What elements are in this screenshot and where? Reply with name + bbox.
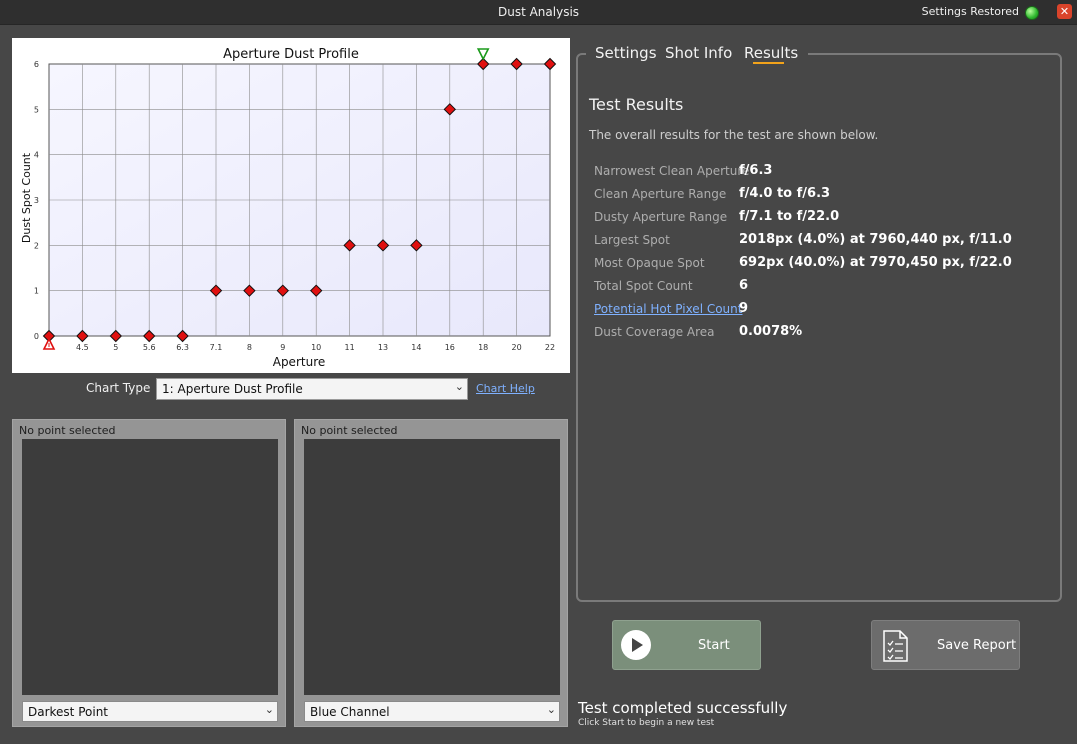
x-tick-label: 5 [113, 343, 118, 352]
y-tick-label: 5 [34, 105, 39, 114]
point-preview-area [304, 439, 560, 695]
result-label: Largest Spot [594, 233, 670, 247]
window-title: Dust Analysis [497, 5, 580, 19]
x-tick-label: 14 [411, 343, 421, 352]
chart-type-value: 1: Aperture Dust Profile [162, 382, 303, 396]
save-report-button[interactable]: Save Report [871, 620, 1020, 670]
chart-type-dropdown[interactable]: 1: Aperture Dust Profile ⌄ [156, 378, 468, 400]
hot-pixel-count-link[interactable]: Potential Hot Pixel Count [594, 302, 742, 316]
x-tick-label: 9 [280, 343, 285, 352]
point-viewer-right: No point selected Blue Channel ⌄ [294, 419, 568, 727]
x-tick-label: 10 [311, 343, 321, 352]
y-axis-label: Dust Spot Count [20, 152, 33, 243]
status-led-icon [1025, 6, 1039, 20]
chevron-down-icon: ⌄ [546, 703, 556, 716]
viewer-caption: No point selected [301, 424, 398, 437]
close-button[interactable]: ✕ [1057, 4, 1072, 19]
result-label: Narrowest Clean Aperture [594, 164, 750, 178]
tab-shot-info[interactable]: Shot Info [665, 44, 732, 62]
report-document-icon [883, 630, 908, 662]
result-value: 2018px (4.0%) at 7960,440 px, f/11.0 [739, 232, 1012, 247]
results-description: The overall results for the test are sho… [589, 128, 879, 142]
x-tick-label: 18 [478, 343, 488, 352]
tab-results[interactable]: Results [744, 44, 798, 62]
x-tick-label: 6.3 [176, 343, 189, 352]
point-preview-area [22, 439, 278, 695]
chevron-down-icon: ⌄ [264, 703, 274, 716]
result-value: f/4.0 to f/6.3 [739, 186, 831, 201]
result-label: Dust Coverage Area [594, 325, 715, 339]
result-label: Clean Aperture Range [594, 187, 727, 201]
point-viewer-left: No point selected Darkest Point ⌄ [12, 419, 286, 727]
viewer-mode-dropdown[interactable]: Darkest Point ⌄ [22, 701, 278, 722]
viewer-mode-value: Darkest Point [28, 705, 108, 719]
active-tab-indicator [753, 62, 784, 64]
start-button[interactable]: Start [612, 620, 761, 670]
result-value: 6 [739, 278, 749, 293]
status-message: Test completed successfully [578, 699, 788, 717]
result-value: f/7.1 to f/22.0 [739, 209, 840, 224]
tab-settings[interactable]: Settings [595, 44, 657, 62]
result-value: 9 [739, 301, 749, 316]
chart-type-label: Chart Type [86, 381, 151, 395]
result-label: Total Spot Count [594, 279, 693, 293]
play-icon [621, 630, 651, 660]
settings-status-text: Settings Restored [921, 5, 1019, 18]
x-tick-label: 5.6 [143, 343, 156, 352]
aperture-dust-chart[interactable]: 0 1 2 3 4 5 6 4.5 5 5.6 6.3 7.1 8 9 10 11 13 14 16 18 20 22 A… [12, 38, 570, 373]
viewer-channel-dropdown[interactable]: Blue Channel ⌄ [304, 701, 560, 722]
x-tick-label: 20 [512, 343, 522, 352]
title-bar: Dust Analysis Settings Restored ✕ [0, 0, 1077, 25]
chart-title: Aperture Dust Profile [223, 47, 359, 62]
y-tick-label: 2 [34, 241, 39, 250]
y-tick-label: 1 [34, 287, 39, 296]
x-tick-label: 4.5 [76, 343, 89, 352]
y-tick-label: 4 [34, 151, 39, 160]
result-label: Dusty Aperture Range [594, 210, 728, 224]
results-title: Test Results [589, 95, 684, 114]
result-label: Most Opaque Spot [594, 256, 705, 270]
viewer-caption: No point selected [19, 424, 116, 437]
chart-help-link[interactable]: Chart Help [476, 382, 535, 395]
save-report-label: Save Report [937, 638, 1017, 653]
result-value: 692px (40.0%) at 7970,450 px, f/22.0 [739, 255, 1012, 270]
x-tick-label: 13 [378, 343, 388, 352]
chart-panel[interactable]: 0 1 2 3 4 5 6 4.5 5 5.6 6.3 7.1 8 9 10 11 13 14 16 18 20 22 A… [12, 38, 570, 373]
dusty-aperture-marker-icon [476, 48, 490, 61]
x-tick-label: 22 [545, 343, 555, 352]
chevron-down-icon: ⌄ [454, 380, 464, 393]
x-tick-label: 16 [445, 343, 455, 352]
result-value: 0.0078% [739, 324, 803, 339]
x-tick-label: 8 [247, 343, 252, 352]
y-tick-label: 3 [34, 196, 39, 205]
viewer-channel-value: Blue Channel [310, 705, 390, 719]
status-hint: Click Start to begin a new test [578, 718, 715, 728]
x-tick-label: 11 [345, 343, 355, 352]
y-tick-label: 0 [34, 332, 39, 341]
x-axis-label: Aperture [273, 355, 326, 369]
start-button-label: Start [698, 638, 730, 653]
x-tick-label: 7.1 [210, 343, 223, 352]
result-value: f/6.3 [739, 163, 773, 178]
y-tick-label: 6 [34, 60, 39, 69]
